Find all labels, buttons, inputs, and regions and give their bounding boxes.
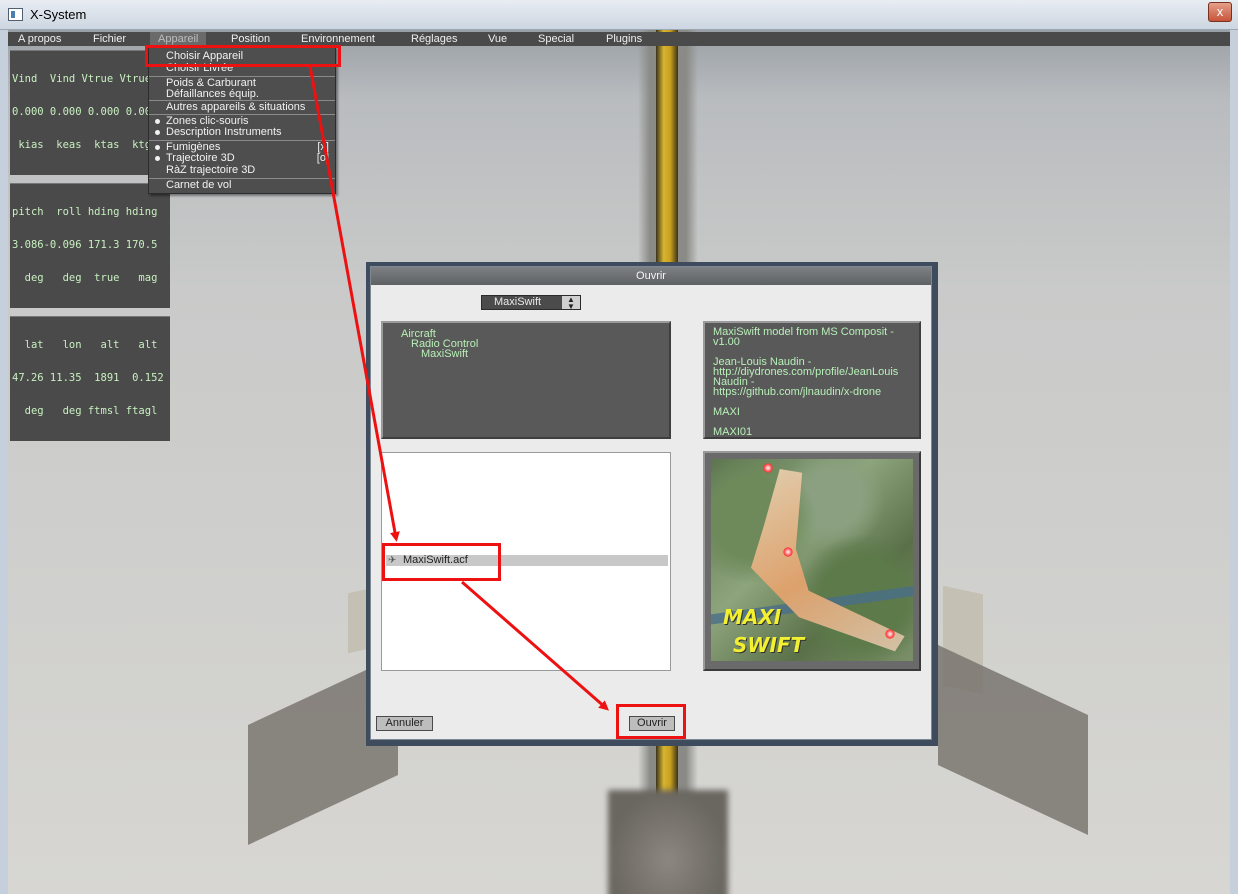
checked-bullet-icon	[155, 119, 160, 124]
checked-bullet-icon	[155, 145, 160, 150]
menu-item-description-instruments[interactable]: Description Instruments	[149, 126, 335, 138]
attitude-readout: pitch roll hding hding 3.086-0.096 171.3…	[10, 183, 170, 308]
select-arrows-icon: ▲ ▼	[562, 296, 580, 311]
window-titlebar: X-System x	[0, 0, 1238, 30]
attitude-headers: pitch roll hding hding	[12, 206, 158, 218]
menu-item-label: Carnet de vol	[166, 179, 232, 191]
highlight-choisir-appareil	[145, 45, 341, 67]
folder-select-value: MaxiSwift	[494, 296, 542, 308]
menu-special[interactable]: Special	[538, 32, 574, 46]
checked-bullet-icon	[155, 156, 160, 161]
attitude-values: 3.086-0.096 171.3 170.5	[12, 239, 158, 251]
open-aircraft-dialog: Ouvrir MaxiSwift ▲ ▼ Aircraft Radio Contr…	[370, 266, 932, 740]
position-headers: lat lon alt alt	[12, 339, 158, 351]
menu-item-carnet-de-vol[interactable]: Carnet de vol	[149, 178, 335, 191]
menu-appareil[interactable]: Appareil	[150, 32, 207, 46]
position-values: 47.26 11.35 1891 0.152	[12, 372, 164, 384]
preview-wingtip-light	[885, 629, 895, 639]
speed-values: 0.000 0.000 0.000 0.000	[12, 106, 158, 118]
menu-item-trajectoire-3d[interactable]: Trajectoire 3D [o]	[149, 152, 335, 164]
menu-item-label: Trajectoire 3D	[166, 152, 235, 164]
menu-item-zones-clic-souris[interactable]: Zones clic-souris	[149, 114, 335, 127]
menu-item-defaillances[interactable]: Défaillances équip.	[149, 88, 335, 100]
speed-readout: Vind Vind Vtrue Vtrue 0.000 0.000 0.000 …	[10, 50, 170, 175]
position-readout: lat lon alt alt 47.26 11.35 1891 0.152 d…	[10, 316, 170, 441]
menu-item-fumigenes[interactable]: Fumigènes [x]	[149, 140, 335, 153]
appareil-dropdown-menu: Choisir Appareil Choisir Livrée Poids & …	[148, 46, 336, 194]
menu-environnement[interactable]: Environnement	[301, 32, 375, 46]
description-line: https://github.com/jlnaudin/x-drone	[713, 386, 882, 398]
description-line: MAXI	[713, 406, 740, 418]
menu-item-poids-carburant[interactable]: Poids & Carburant	[149, 76, 335, 89]
menu-plugins[interactable]: Plugins	[606, 32, 642, 46]
position-units: deg deg ftmsl ftagl	[12, 405, 158, 417]
main-menubar: A propos Fichier Appareil Position Envir…	[8, 32, 1230, 46]
menu-item-label: Description Instruments	[166, 126, 282, 138]
tree-item-maxiswift[interactable]: MaxiSwift	[421, 349, 468, 360]
menu-item-autres-appareils[interactable]: Autres appareils & situations	[149, 100, 335, 113]
preview-center-light	[783, 547, 793, 557]
window-frame-right	[1230, 30, 1238, 894]
menu-reglages[interactable]: Réglages	[411, 32, 457, 46]
menu-vue[interactable]: Vue	[488, 32, 507, 46]
menu-item-raz-trajectoire[interactable]: RàZ trajectoire 3D	[149, 164, 335, 176]
menu-item-shortcut: [o]	[316, 152, 329, 164]
aircraft-preview: MAXI SWIFT	[703, 451, 921, 671]
app-window-icon	[8, 8, 23, 21]
flight-data-readout: Vind Vind Vtrue Vtrue 0.000 0.000 0.000 …	[10, 50, 170, 443]
description-line: v1.00	[713, 336, 740, 348]
aircraft-description: MaxiSwift model from MS Composit - v1.00…	[703, 321, 921, 439]
folder-tree: Aircraft Radio Control MaxiSwift	[381, 321, 671, 439]
description-line: MaxiSwift model from MS Composit -	[713, 326, 894, 338]
menu-fichier[interactable]: Fichier	[93, 32, 126, 46]
preview-wingtip-light	[763, 463, 773, 473]
preview-text-swift: SWIFT	[733, 633, 805, 657]
menu-item-label: Autres appareils & situations	[166, 101, 306, 113]
menu-position[interactable]: Position	[231, 32, 270, 46]
speed-units: kias keas ktas ktgs	[12, 139, 158, 151]
highlight-file-row	[382, 543, 501, 581]
menu-item-label: RàZ trajectoire 3D	[166, 164, 256, 176]
aircraft-fuselage	[608, 790, 728, 894]
cancel-button[interactable]: Annuler	[376, 716, 433, 731]
attitude-units: deg deg true mag	[12, 272, 158, 284]
highlight-open-button	[616, 704, 686, 739]
speed-headers: Vind Vind Vtrue Vtrue	[12, 73, 152, 85]
menu-a-propos[interactable]: A propos	[18, 32, 61, 46]
preview-text-maxi: MAXI	[723, 605, 782, 629]
folder-select[interactable]: MaxiSwift ▲ ▼	[481, 295, 581, 311]
window-close-button[interactable]: x	[1208, 2, 1232, 22]
description-line: MAXI01	[713, 426, 753, 438]
window-frame-left	[0, 30, 8, 894]
checked-bullet-icon	[155, 130, 160, 135]
aircraft-preview-image: MAXI SWIFT	[711, 459, 913, 661]
window-title: X-System	[30, 7, 87, 22]
dialog-title: Ouvrir	[371, 267, 931, 285]
menu-item-label: Défaillances équip.	[166, 88, 259, 100]
